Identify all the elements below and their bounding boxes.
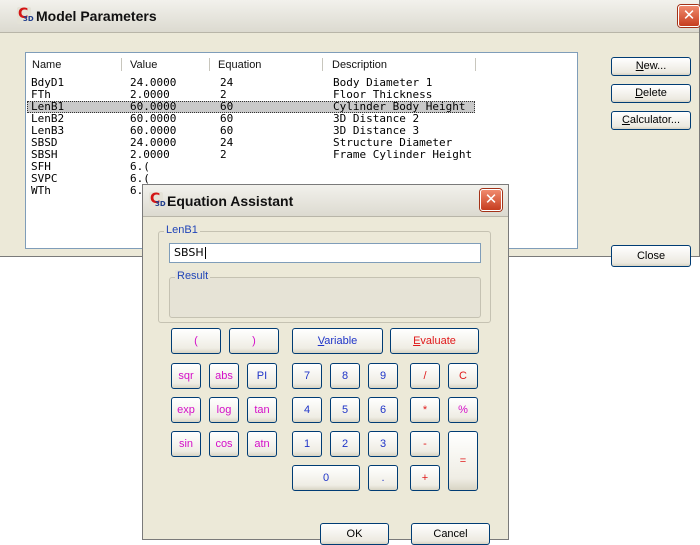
column-header-equation[interactable]: Equation [212,55,322,75]
pi-key[interactable]: PI [247,363,277,389]
cos-key[interactable]: cos [209,431,239,457]
evaluate-button[interactable]: Evaluate [390,328,479,354]
column-divider[interactable] [121,58,122,71]
column-divider[interactable] [322,58,323,71]
result-box [169,277,481,318]
digit-6-key[interactable]: 6 [368,397,398,423]
open-paren-key[interactable]: ( [171,328,221,354]
group-label-lenb1: LenB1 [164,224,200,236]
app-icon: C 3D [149,191,166,209]
table-row[interactable]: SBSH 2.0000 2 Frame Cylinder Height [27,149,475,161]
digit-8-key[interactable]: 8 [330,363,360,389]
equation-assistant-dialog: C 3D Equation Assistant ✕ LenB1 SBSH Resu… [142,184,509,545]
decimal-key[interactable]: . [368,465,398,491]
close-icon[interactable]: ✕ [678,5,700,27]
sin-key[interactable]: sin [171,431,201,457]
digit-0-key[interactable]: 0 [292,465,360,491]
plus-key[interactable]: + [410,465,440,491]
digit-2-key[interactable]: 2 [330,431,360,457]
digit-3-key[interactable]: 3 [368,431,398,457]
cell-description: Frame Cylinder Height [333,148,473,161]
app-icon: C 3D [17,6,34,24]
abs-key[interactable]: abs [209,363,239,389]
column-divider[interactable] [209,58,210,71]
equation-input[interactable]: SBSH [169,243,481,263]
atn-key[interactable]: atn [247,431,277,457]
divide-key[interactable]: / [410,363,440,389]
ok-button[interactable]: OK [320,523,389,545]
variable-button[interactable]: Variable [292,328,383,354]
delete-button[interactable]: Delete [611,84,691,103]
exp-key[interactable]: exp [171,397,201,423]
percent-key[interactable]: % [448,397,478,423]
column-header-description[interactable]: Description [326,55,476,75]
column-header-name[interactable]: Name [26,55,126,75]
tan-key[interactable]: tan [247,397,277,423]
multiply-key[interactable]: * [410,397,440,423]
clear-key[interactable]: C [448,363,478,389]
digit-4-key[interactable]: 4 [292,397,322,423]
digit-9-key[interactable]: 9 [368,363,398,389]
column-header-value[interactable]: Value [124,55,214,75]
column-divider[interactable] [475,58,476,71]
cell-name: WTh [31,184,51,197]
new-button[interactable]: New... [611,57,691,76]
close-paren-key[interactable]: ) [229,328,279,354]
close-button[interactable]: Close [611,245,691,267]
minus-key[interactable]: - [410,431,440,457]
dialog-title-bar[interactable]: C 3D Equation Assistant ✕ [143,185,508,217]
calculator-button[interactable]: Calculator... [611,111,691,130]
sqr-key[interactable]: sqr [171,363,201,389]
window-title: Model Parameters [36,8,157,24]
digit-7-key[interactable]: 7 [292,363,322,389]
digit-5-key[interactable]: 5 [330,397,360,423]
equals-key[interactable]: = [448,431,478,491]
digit-1-key[interactable]: 1 [292,431,322,457]
title-bar[interactable]: C 3D Model Parameters ✕ [0,0,700,33]
result-label: Result [175,270,211,282]
close-icon[interactable]: ✕ [480,189,502,211]
log-key[interactable]: log [209,397,239,423]
cancel-button[interactable]: Cancel [411,523,490,545]
table-row[interactable]: SFH 6.( [27,161,475,173]
dialog-title: Equation Assistant [167,193,294,209]
cell-equation: 2 [220,148,227,161]
